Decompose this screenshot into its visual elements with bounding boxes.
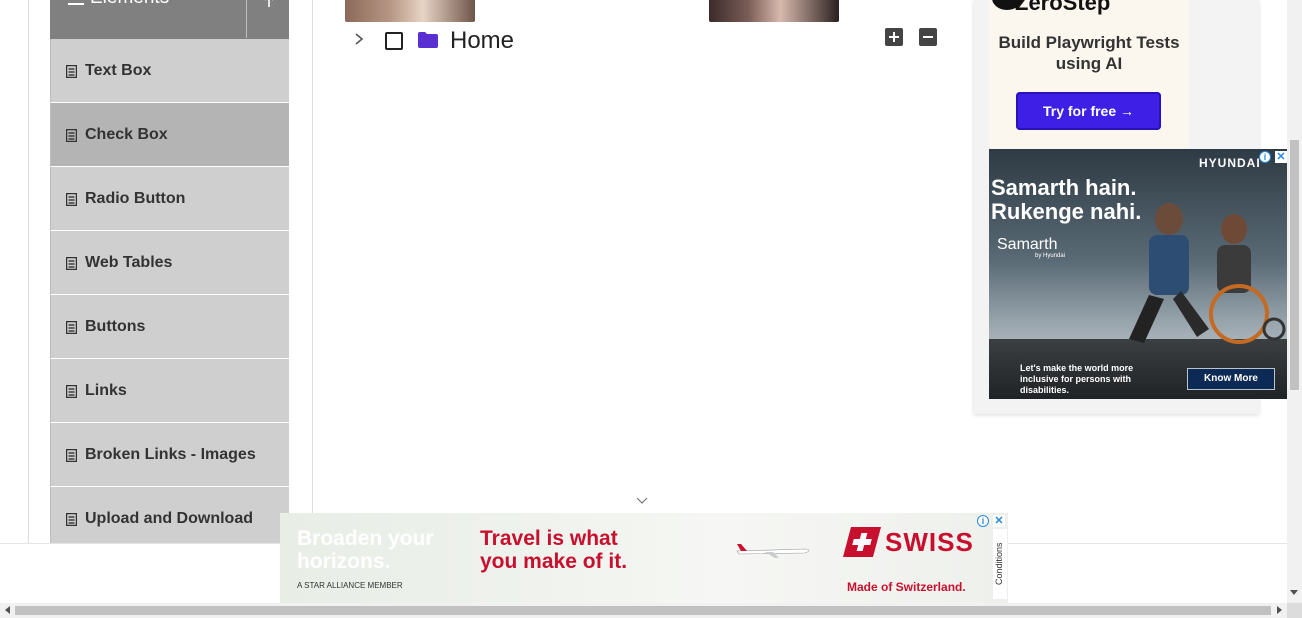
sidebar-item-check-box[interactable]: Check Box (50, 103, 289, 167)
swiss-brand: SWISS (885, 527, 974, 557)
document-icon (66, 385, 77, 398)
horizontal-scroll-thumb[interactable] (15, 606, 1271, 615)
sidebar-menu: Text Box Check Box Radio Button Web Tabl… (50, 39, 289, 551)
ad-info-icon[interactable]: i (977, 515, 989, 527)
vertical-scrollbar[interactable] (1287, 0, 1302, 603)
collapse-all-button[interactable] (919, 28, 937, 46)
ad-tagline: Let's make the world more inclusive for … (1020, 363, 1134, 395)
scroll-down-icon[interactable] (635, 496, 649, 506)
ad-title: Build Playwright Tests using AI (998, 33, 1180, 73)
menu-icon (68, 0, 84, 5)
ad-swiss[interactable]: Broaden your horizons. A STAR ALLIANCE M… (280, 513, 1008, 603)
ad-close-icon[interactable]: ✕ (1275, 151, 1287, 163)
document-icon (66, 65, 77, 78)
samarth-sub: by Hyundai (1035, 253, 1066, 259)
home-checkbox[interactable] (385, 32, 403, 50)
content-divider (312, 0, 313, 543)
document-icon (66, 193, 77, 206)
ad-headline: Travel is what you make of it. (480, 527, 628, 573)
expand-all-button[interactable] (885, 28, 903, 46)
horizontal-scrollbar[interactable] (0, 603, 1287, 618)
ad-zerostep-panel: ZeroStep Build Playwright Tests using AI… (989, 0, 1189, 148)
sidebar-item-buttons[interactable]: Buttons (50, 295, 289, 359)
ad-brand: ZeroStep (1015, 0, 1111, 15)
know-more-button[interactable]: Know More (1187, 368, 1275, 390)
collapse-arrow-icon[interactable] (262, 0, 276, 8)
tree-node-home: Home (345, 24, 945, 56)
samarth-logo: Samarth (997, 236, 1058, 253)
document-icon (66, 129, 77, 142)
document-icon (66, 321, 77, 334)
try-for-free-button[interactable]: Try for free → (1016, 92, 1161, 130)
sidebar-item-broken-links[interactable]: Broken Links - Images (50, 423, 289, 487)
sidebar-item-web-tables[interactable]: Web Tables (50, 231, 289, 295)
sidebar-item-label: Links (85, 382, 127, 399)
group-header-elements[interactable]: Elements (50, 0, 289, 39)
ad-thumbnail-image[interactable] (709, 0, 839, 22)
header-divider (246, 0, 247, 38)
group-title: Elements (90, 0, 169, 9)
ad-hyundai[interactable]: HYUNDAI Samarth hain. Rukenge nahi. Sama… (989, 149, 1287, 399)
sidebar-item-label: Web Tables (85, 254, 173, 271)
ad-headline: Samarth hain. Rukenge nahi. (991, 175, 1142, 224)
ad-thumbnail-image[interactable] (345, 0, 475, 22)
document-icon (66, 449, 77, 462)
sidebar-item-label: Radio Button (85, 190, 186, 207)
page: Elements Text Box Check Box Radio Button… (0, 0, 1302, 618)
left-divider (28, 0, 29, 543)
scroll-down-arrow-icon[interactable] (1290, 590, 1298, 595)
swiss-logo: SWISS (842, 523, 982, 559)
conditions-link[interactable]: Conditions (993, 529, 1007, 599)
swiss-cross-icon (842, 527, 882, 557)
hyundai-logo: HYUNDAI (1199, 156, 1261, 170)
sidebar-item-text-box[interactable]: Text Box (50, 39, 289, 103)
chevron-right-icon[interactable] (353, 32, 365, 46)
folder-icon (418, 32, 438, 48)
ad-close-icon[interactable]: ✕ (993, 515, 1005, 527)
document-icon (66, 257, 77, 270)
conditions-label: Conditions (994, 542, 1004, 585)
sidebar-item-label: Upload and Download (85, 510, 253, 527)
tree-node-label[interactable]: Home (450, 27, 514, 55)
sidebar-item-label: Text Box (85, 62, 152, 79)
sidebar-item-links[interactable]: Links (50, 359, 289, 423)
star-alliance-label: A STAR ALLIANCE MEMBER (297, 581, 403, 590)
sidebar-item-label: Buttons (85, 318, 146, 335)
scrollbar-corner (1287, 603, 1302, 618)
airplane-icon (736, 544, 810, 558)
sidebar-item-radio-button[interactable]: Radio Button (50, 167, 289, 231)
vertical-scroll-thumb[interactable] (1290, 140, 1299, 390)
scroll-right-arrow-icon[interactable] (1277, 606, 1282, 614)
sidebar-item-label: Check Box (85, 126, 168, 143)
ad-line: Broaden your horizons. (297, 527, 434, 573)
sidebar-item-upload-download[interactable]: Upload and Download (50, 487, 289, 551)
sidebar-item-label: Broken Links - Images (85, 446, 256, 463)
ad-tagline: Made of Switzerland. (847, 580, 966, 594)
document-icon (66, 513, 77, 526)
ad-info-icon[interactable]: i (1259, 151, 1271, 163)
scroll-left-arrow-icon[interactable] (5, 606, 10, 614)
